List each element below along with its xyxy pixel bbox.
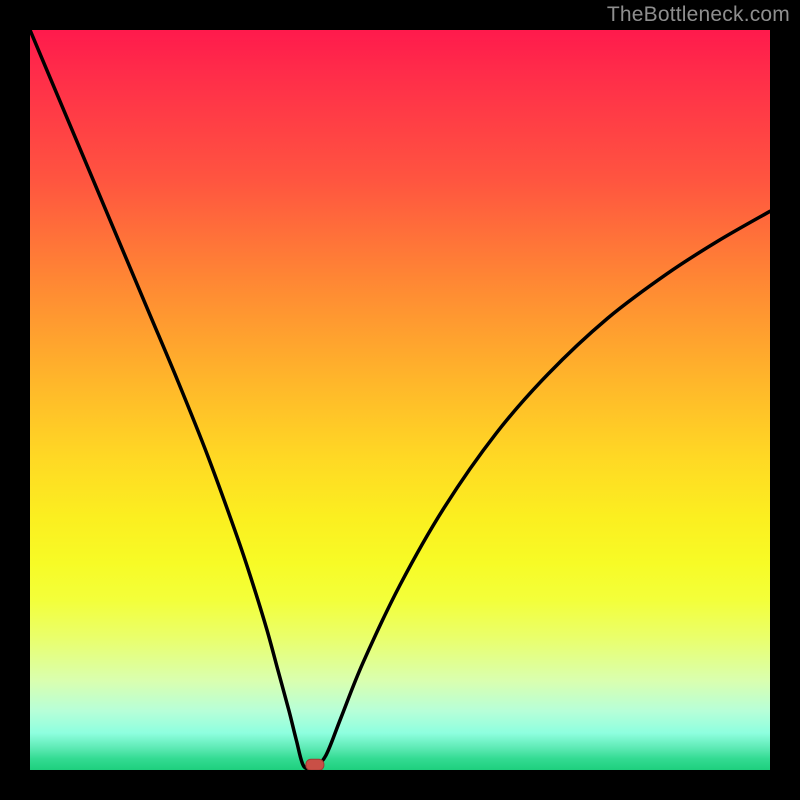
chart-frame: TheBottleneck.com bbox=[0, 0, 800, 800]
chart-svg bbox=[30, 30, 770, 770]
watermark-text: TheBottleneck.com bbox=[607, 3, 790, 27]
plot-area bbox=[30, 30, 770, 770]
bottleneck-curve bbox=[30, 30, 770, 769]
optimal-marker bbox=[306, 759, 324, 770]
